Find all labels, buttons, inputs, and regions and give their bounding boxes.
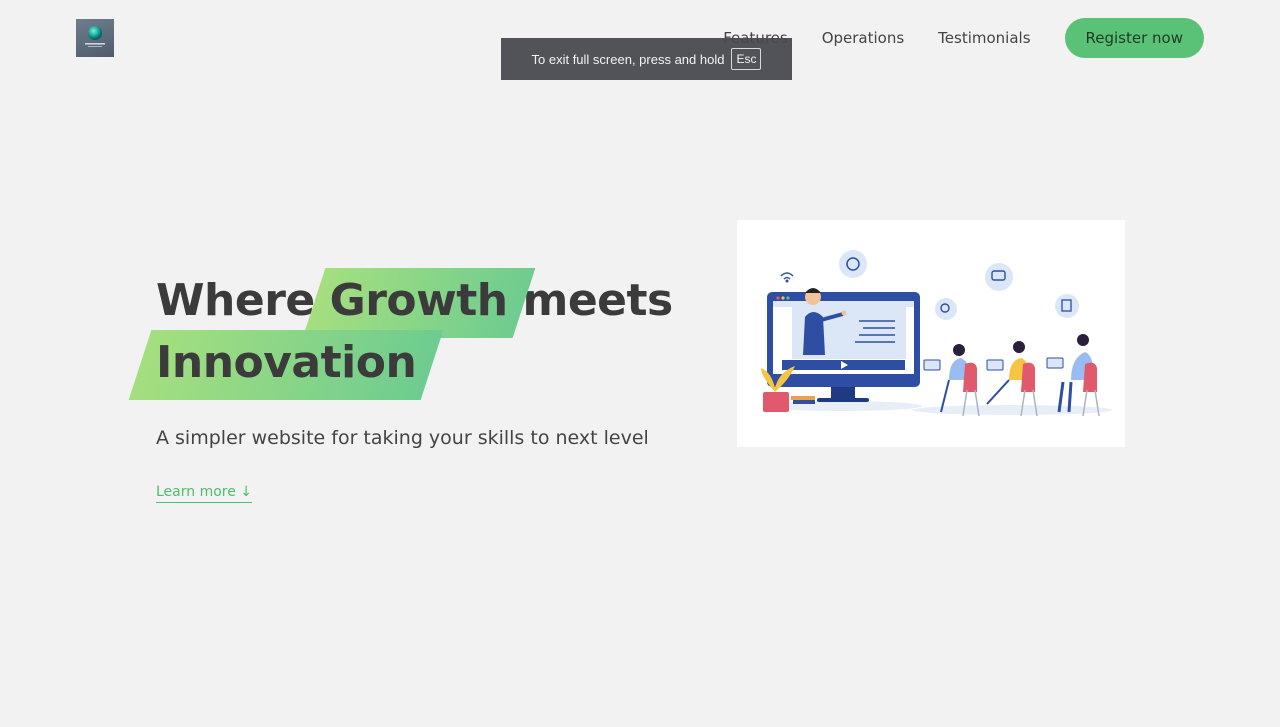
fullscreen-exit-notice: To exit full screen, press and hold Esc [501, 38, 792, 80]
student-3 [1046, 334, 1100, 417]
hero-title-line-2: Innovation [156, 332, 716, 394]
hero-title-word: Where [156, 275, 315, 326]
student-1 [923, 344, 980, 417]
top-navigation: Features Operations Testimonials Registe… [723, 18, 1204, 58]
hero-title-highlight-innovation: Innovation [156, 332, 417, 394]
site-logo[interactable] [76, 19, 114, 57]
globe-logo-icon [85, 26, 105, 47]
learn-more-link[interactable]: Learn more ↓ [156, 484, 253, 503]
nav-link-testimonials[interactable]: Testimonials [938, 29, 1030, 47]
hero-title-highlight-growth: Growth [330, 270, 509, 332]
student-2 [986, 341, 1038, 417]
hero-subtitle: A simpler website for taking your skills… [156, 427, 649, 449]
nav-link-operations[interactable]: Operations [822, 29, 904, 47]
online-class-illustration-icon [761, 250, 1112, 417]
register-now-button[interactable]: Register now [1064, 18, 1204, 58]
landing-page: Features Operations Testimonials Registe… [0, 0, 1280, 727]
online-class-illustration [737, 220, 1125, 447]
esc-key-badge: Esc [731, 48, 762, 70]
hero-title: Where Growth meets Innovation [156, 270, 716, 394]
fullscreen-notice-text: To exit full screen, press and hold [531, 51, 725, 67]
hero-title-word: meets [522, 275, 673, 326]
